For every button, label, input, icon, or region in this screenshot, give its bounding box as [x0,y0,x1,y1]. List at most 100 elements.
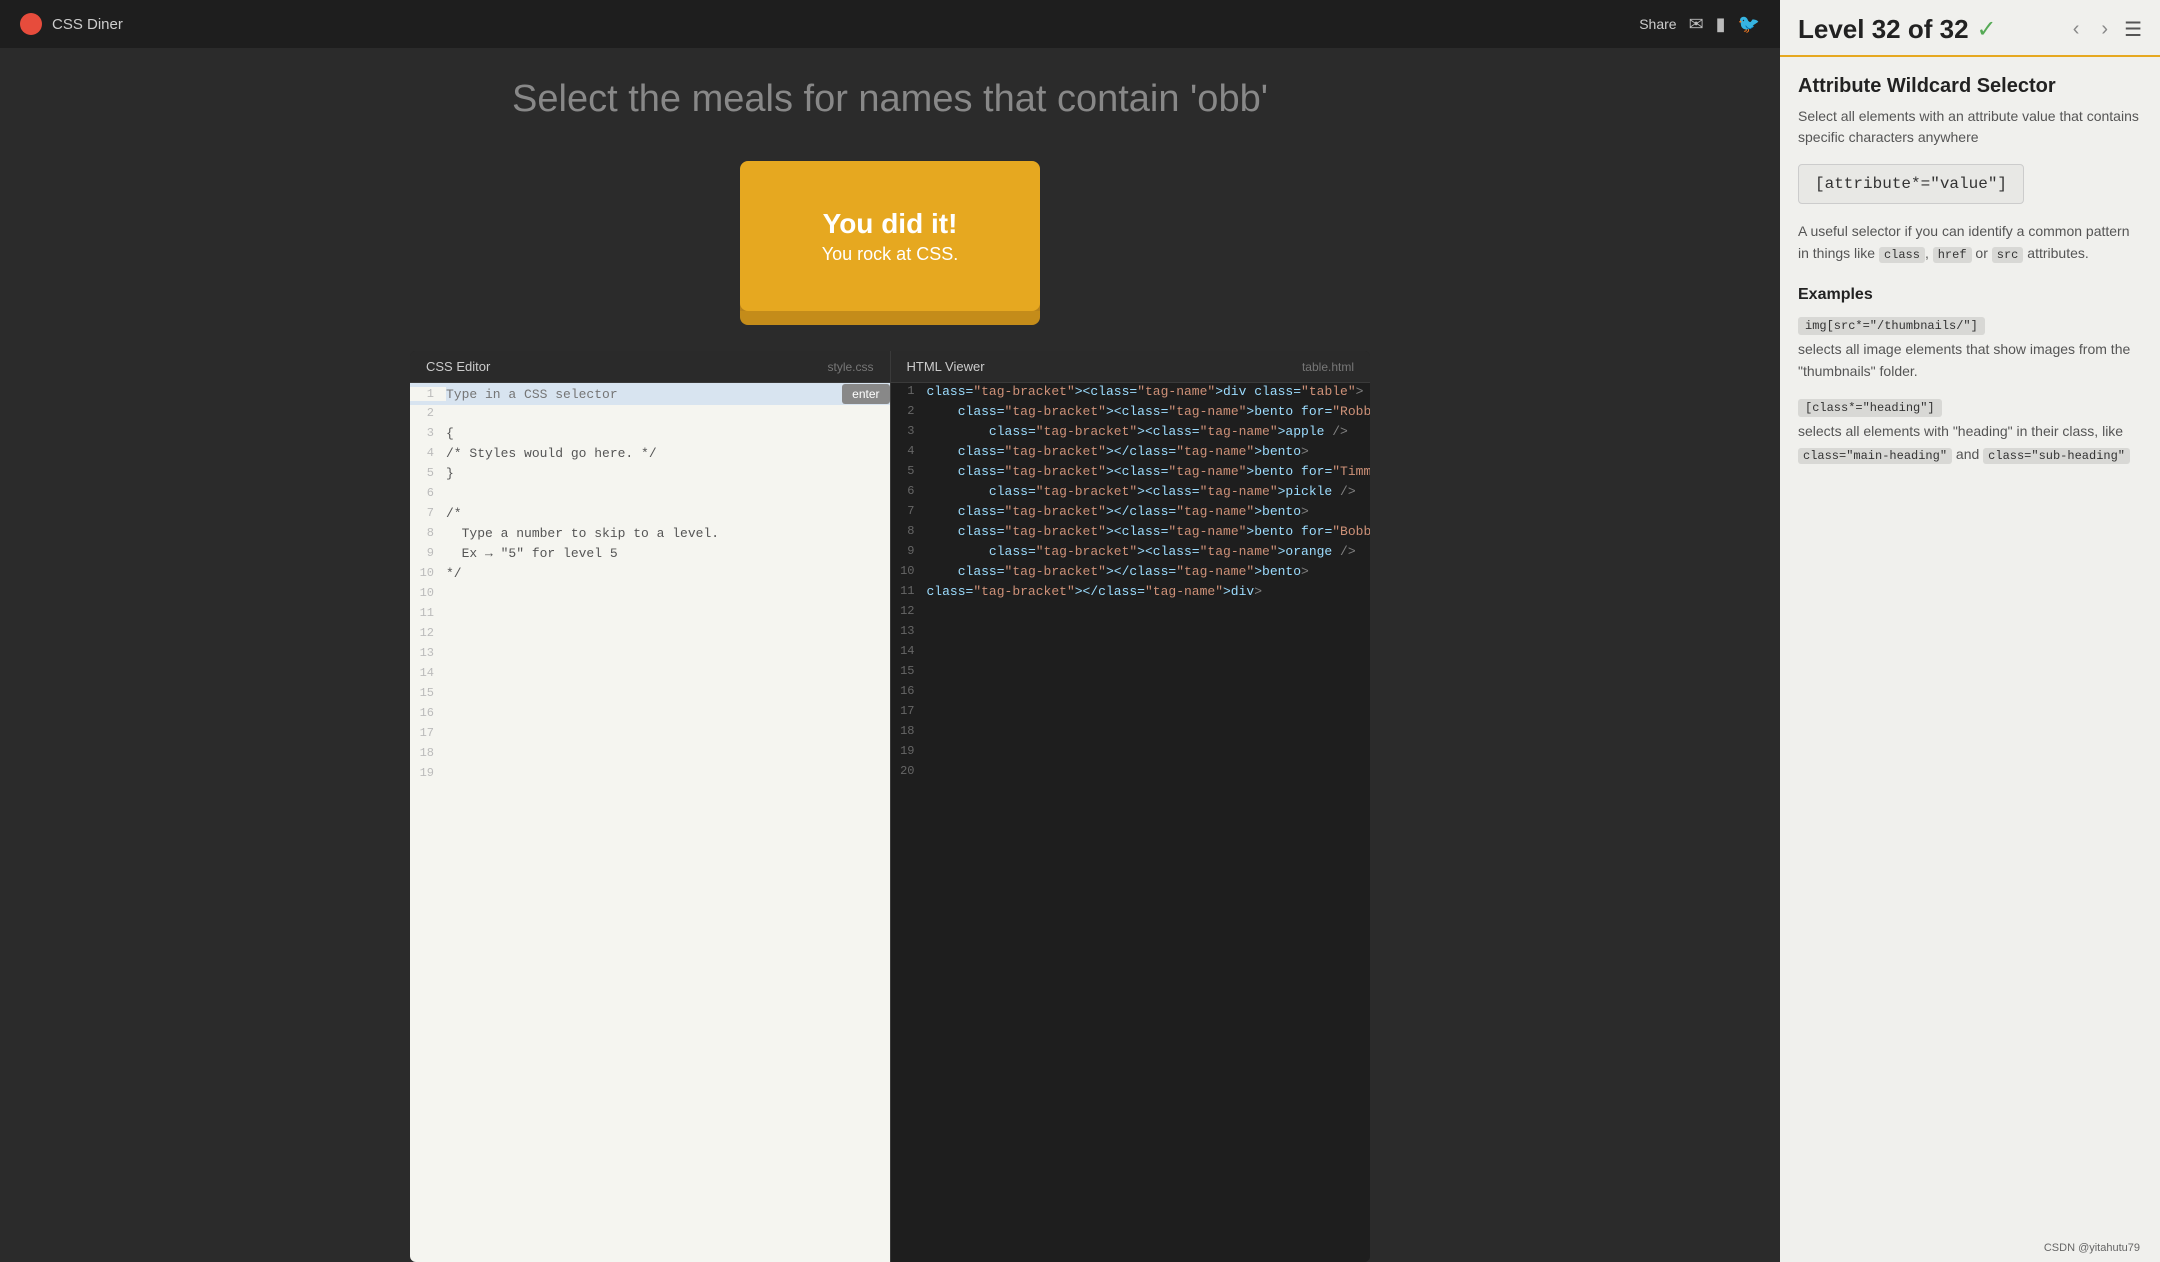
css-line-8: 8 Type a number to skip to a level. [410,525,890,545]
right-panel: Level 32 of 32 ✓ ‹ › ☰ Attribute Wildcar… [1780,0,2160,1262]
facebook-icon[interactable]: ▮ [1716,14,1726,35]
css-line-16: 16 [410,705,890,725]
css-editor-tab: CSS Editor style.css [410,351,891,382]
css-line-17: 17 [410,725,890,745]
next-level-button[interactable]: › [2095,16,2114,43]
html-line-content-9: class="tag-bracket"><class="tag-name">or… [927,544,1371,562]
editor-content: 1 enter 23{4/* Styles would go here. */5… [410,383,1370,1262]
html-line-num-19: 19 [891,744,927,762]
level-text: Level 32 of 32 [1798,14,1969,45]
html-line-num-4: 4 [891,444,927,462]
html-viewer-tab: HTML Viewer table.html [891,351,1371,382]
css-input-line[interactable]: 1 enter [410,383,890,405]
css-line-content-6 [446,486,890,504]
html-line-num-9: 9 [891,544,927,562]
success-sub-text: You rock at CSS. [822,244,958,265]
enter-button[interactable]: enter [842,384,889,404]
css-line-9: 9 Ex → "5" for level 5 [410,545,890,565]
html-line-num-1: 1 [891,384,927,402]
html-tab-label: HTML Viewer [907,359,985,374]
css-line-14: 14 [410,665,890,685]
line-num-18: 18 [410,746,446,764]
css-code-lines: 23{4/* Styles would go here. */5}67/*8 T… [410,405,890,585]
html-line-num-6: 6 [891,484,927,502]
info-suffix: attributes. [2027,245,2088,261]
check-icon: ✓ [1977,15,1997,44]
html-line-8: 8 class="tag-bracket"><class="tag-name">… [891,523,1371,543]
line-num-17: 17 [410,726,446,744]
html-line-content-7: class="tag-bracket"></class="tag-name">b… [927,504,1371,522]
html-line-3: 3 class="tag-bracket"><class="tag-name">… [891,423,1371,443]
html-line-2: 2 class="tag-bracket"><class="tag-name">… [891,403,1371,423]
html-line-content-5: class="tag-bracket"><class="tag-name">be… [927,464,1371,482]
selector-desc: Select all elements with an attribute va… [1798,106,2142,148]
html-line-content-10: class="tag-bracket"></class="tag-name">b… [927,564,1371,582]
email-icon[interactable]: ✉ [1689,14,1704,35]
line-num-4: 4 [410,446,446,464]
right-content: Attribute Wildcard Selector Select all e… [1780,57,2160,1262]
css-selector-input[interactable] [446,387,842,402]
line-num-19: 19 [410,766,446,784]
code-href: href [1933,247,1972,263]
css-line-10: 10*/ [410,565,890,585]
html-line-num-18: 18 [891,724,927,742]
line-num-10: 10 [410,566,446,584]
line-num-2: 2 [410,406,446,424]
html-line-num-3: 3 [891,424,927,442]
html-line-17: 17 [891,703,1371,723]
logo-text: CSS Diner [52,16,123,33]
css-line-5: 5} [410,465,890,485]
css-line-18: 18 [410,745,890,765]
line-num-8: 8 [410,526,446,544]
line-num-12: 12 [410,626,446,644]
logo-area: CSS Diner [20,13,123,35]
bento-scene: You did it! You rock at CSS. [740,161,1040,311]
html-line-13: 13 [891,623,1371,643]
selector-title: Attribute Wildcard Selector [1798,75,2142,98]
html-line-content-1: class="tag-bracket"><class="tag-name">di… [927,384,1371,402]
html-line-content-2: class="tag-bracket"><class="tag-name">be… [927,404,1371,422]
selector-syntax: [attribute*="value"] [1798,164,2024,204]
menu-icon[interactable]: ☰ [2124,17,2142,42]
html-line-num-8: 8 [891,524,927,542]
line-num-10: 10 [410,586,446,604]
line-num-3: 3 [410,426,446,444]
twitter-icon[interactable]: 🐦 [1738,14,1760,35]
prev-level-button[interactable]: ‹ [2067,16,2086,43]
logo-circle-icon [20,13,42,35]
info-text: A useful selector if you can identify a … [1798,220,2142,266]
nav-icons: ‹ › ☰ [2067,16,2142,43]
html-line-12: 12 [891,603,1371,623]
css-line-content-5: } [446,466,890,484]
html-line-content-8: class="tag-bracket"><class="tag-name">be… [927,524,1371,542]
html-line-num-10: 10 [891,564,927,582]
html-line-num-16: 16 [891,684,927,702]
css-empty-lines: 10111213141516171819 [410,585,890,785]
html-line-14: 14 [891,643,1371,663]
css-line-7: 7/* [410,505,890,525]
css-tab-filename: style.css [827,360,873,374]
example-1-code: img[src*="/thumbnails/"] [1798,317,1985,335]
code-src: src [1992,247,2024,263]
example-2-desc: selects all elements with "heading" in t… [1798,420,2142,466]
html-line-num-5: 5 [891,464,927,482]
css-line-content-4: /* Styles would go here. */ [446,446,890,464]
level-header: Level 32 of 32 ✓ ‹ › ☰ [1780,0,2160,57]
line-num-15: 15 [410,686,446,704]
html-line-content-6: class="tag-bracket"><class="tag-name">pi… [927,484,1371,502]
css-editor-pane[interactable]: 1 enter 23{4/* Styles would go here. */5… [410,383,891,1262]
line-num-6: 6 [410,486,446,504]
example-1-block: img[src*="/thumbnails/"] selects all ima… [1798,316,2142,383]
css-line-6: 6 [410,485,890,505]
css-line-11: 11 [410,605,890,625]
example-1-desc: selects all image elements that show ima… [1798,338,2142,383]
left-panel: CSS Diner Share ✉ ▮ 🐦 Select the meals f… [0,0,1780,1262]
line-num-16: 16 [410,706,446,724]
html-line-num-20: 20 [891,764,927,782]
line-num-1: 1 [410,387,446,401]
line-num-9: 9 [410,546,446,564]
html-line-num-7: 7 [891,504,927,522]
examples-title: Examples [1798,286,2142,304]
success-main-text: You did it! [823,208,958,240]
example-2-code: [class*="heading"] [1798,399,1942,417]
